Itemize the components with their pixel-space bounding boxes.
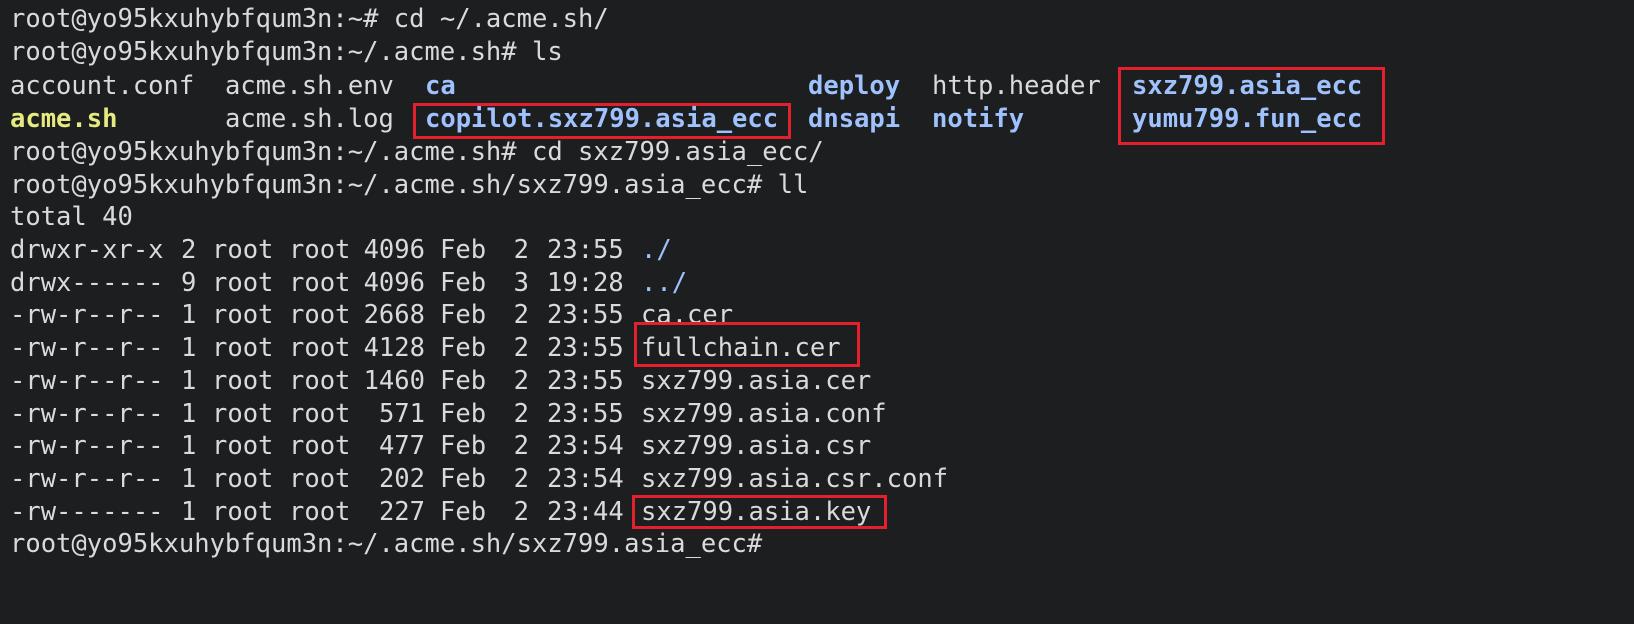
ll-name: ../ (641, 267, 688, 298)
ll-perms: -rw-r--r-- (10, 463, 164, 494)
ll-day: 2 (513, 431, 529, 462)
highlight-box-key (632, 495, 887, 529)
highlight-box-ecc-dirs (1118, 67, 1385, 145)
ll-name: sxz799.asia.csr.conf (641, 463, 949, 494)
ls-item-dnsapi: dnsapi (808, 104, 901, 134)
ll-perms: -rw-r--r-- (10, 300, 164, 331)
ll-perms: -rw-r--r-- (10, 431, 164, 462)
ll-day: 2 (513, 300, 529, 331)
terminal-line-cd-ecc: root@yo95kxuhybfqum3n:~/.acme.sh# cd sxz… (10, 137, 824, 167)
ll-day: 2 (513, 333, 529, 364)
terminal-line-cd-acme: root@yo95kxuhybfqum3n:~# cd ~/.acme.sh/ (10, 4, 609, 34)
ll-time: 23:55 (547, 300, 624, 331)
ll-links: 1 (181, 365, 197, 396)
ll-perms: drwxr-xr-x (10, 235, 164, 265)
ll-time: 19:28 (547, 267, 624, 298)
ll-time: 23:55 (547, 365, 624, 396)
terminal-line-total: total 40 (10, 202, 133, 232)
ls-item-acme-sh-env: acme.sh.env (225, 71, 394, 101)
ll-links: 1 (181, 431, 197, 462)
ll-links: 1 (181, 463, 197, 494)
ls-item-notify: notify (932, 104, 1025, 134)
ls-item-acme-sh: acme.sh (10, 104, 118, 134)
ll-perms: -rw-r--r-- (10, 398, 164, 429)
terminal-line-ls: root@yo95kxuhybfqum3n:~/.acme.sh# ls (10, 37, 563, 67)
ll-links: 1 (181, 333, 197, 364)
ll-links: 1 (181, 398, 197, 429)
ll-name: sxz799.asia.conf (641, 398, 887, 429)
ll-time: 23:44 (547, 496, 624, 527)
terminal-line-ll: root@yo95kxuhybfqum3n:~/.acme.sh/sxz799.… (10, 170, 809, 200)
ll-perms: -rw------- (10, 496, 164, 527)
highlight-box-fullchain (634, 322, 860, 367)
ll-name: sxz799.asia.csr (641, 431, 872, 462)
ls-item-ca: ca (425, 71, 456, 101)
ll-day: 3 (513, 267, 529, 298)
ll-day: 2 (513, 235, 529, 265)
terminal-window[interactable]: root@yo95kxuhybfqum3n:~# cd ~/.acme.sh/ … (0, 0, 1634, 624)
ll-time: 23:55 (547, 333, 624, 364)
ll-links: 9 (181, 267, 197, 298)
ll-day: 2 (513, 463, 529, 494)
ls-item-deploy: deploy (808, 71, 901, 101)
terminal-line-prompt: root@yo95kxuhybfqum3n:~/.acme.sh/sxz799.… (10, 529, 763, 559)
ls-item-http-header: http.header (932, 71, 1101, 101)
ls-item-acme-sh-log: acme.sh.log (225, 104, 394, 134)
ll-perms: -rw-r--r-- (10, 365, 164, 396)
ll-time: 23:54 (547, 431, 624, 462)
ll-time: 23:55 (547, 398, 624, 429)
ll-links: 1 (181, 496, 197, 527)
ll-links: 1 (181, 300, 197, 331)
ll-links: 2 (181, 235, 197, 265)
ll-day: 2 (513, 496, 529, 527)
ll-name: ./ (641, 235, 672, 265)
ll-perms: drwx------ (10, 267, 164, 298)
ll-perms: -rw-r--r-- (10, 333, 164, 364)
ll-name: sxz799.asia.cer (641, 365, 872, 396)
ll-day: 2 (513, 398, 529, 429)
ls-item-account-conf: account.conf (10, 71, 195, 101)
highlight-box-copilot (413, 103, 791, 139)
ll-day: 2 (513, 365, 529, 396)
ll-time: 23:55 (547, 235, 624, 265)
ll-time: 23:54 (547, 463, 624, 494)
